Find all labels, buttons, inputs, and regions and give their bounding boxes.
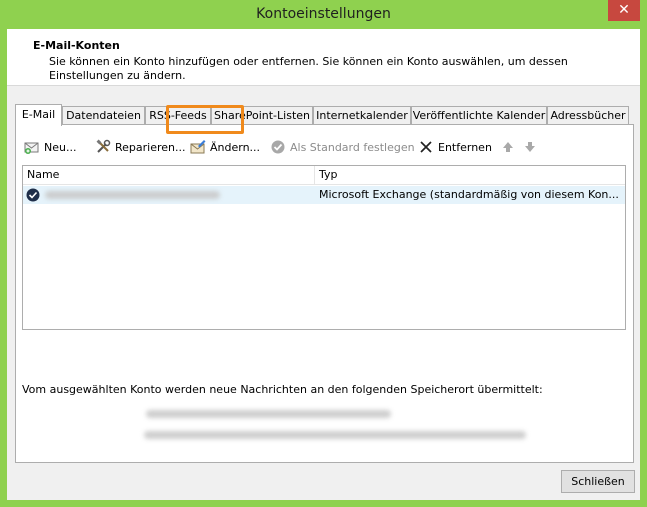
new-mail-icon	[24, 142, 39, 154]
move-up-button[interactable]	[500, 136, 520, 158]
account-row[interactable]: Microsoft Exchange (standardmäßig von di…	[23, 186, 625, 204]
section-description: Sie können ein Konto hinzufügen oder ent…	[49, 55, 568, 82]
repair-button[interactable]: Reparieren...	[95, 136, 186, 158]
email-tab-panel: Neu... Reparieren... Ändern... Als Stand…	[15, 124, 634, 463]
tools-icon	[96, 139, 111, 153]
close-dialog-button[interactable]: Schließen	[561, 470, 635, 493]
tab-email[interactable]: E-Mail	[15, 104, 62, 126]
list-header: Name Typ	[23, 166, 625, 185]
tab-data-files[interactable]: Datendateien	[62, 106, 145, 125]
set-default-button[interactable]: Als Standard festlegen	[270, 136, 415, 158]
tab-published-calendars[interactable]: Veröffentlichte Kalender	[411, 106, 547, 125]
tab-rss-feeds[interactable]: RSS-Feeds	[145, 106, 211, 125]
column-header-type[interactable]: Typ	[315, 166, 625, 185]
tab-address-books[interactable]: Adressbücher	[547, 106, 629, 125]
remove-label: Entfernen	[438, 140, 492, 154]
check-circle-icon	[271, 140, 285, 154]
default-account-check-icon	[26, 188, 40, 202]
new-account-button[interactable]: Neu...	[24, 136, 76, 158]
move-down-button[interactable]	[522, 136, 542, 158]
header-panel: E-Mail-Konten Sie können ein Konto hinzu…	[7, 29, 640, 86]
change-label: Ändern...	[210, 140, 261, 154]
account-list[interactable]: Name Typ Microsoft Exchange (standardmäß…	[22, 165, 626, 330]
tab-internet-calendars[interactable]: Internetkalender	[313, 106, 411, 125]
section-title: E-Mail-Konten	[33, 39, 120, 52]
window-title: Kontoeinstellungen	[256, 6, 391, 22]
title-bar[interactable]: Kontoeinstellungen ✕	[0, 0, 647, 29]
edit-account-icon	[190, 140, 206, 154]
arrow-up-icon	[503, 142, 513, 152]
arrow-down-icon	[525, 142, 535, 152]
window-close-button[interactable]: ✕	[608, 0, 640, 21]
remove-button[interactable]: Entfernen	[418, 136, 492, 158]
close-icon	[420, 141, 432, 153]
redacted-delivery-path	[146, 410, 391, 418]
dialog-client: E-Mail-Konten Sie können ein Konto hinzu…	[7, 29, 640, 500]
redacted-delivery-details	[144, 431, 526, 439]
redacted-account-name	[45, 191, 220, 199]
column-header-name[interactable]: Name	[23, 166, 313, 185]
dialog-window: Kontoeinstellungen ✕ E-Mail-Konten Sie k…	[0, 0, 647, 507]
tab-strip: E-Mail Datendateien RSS-Feeds SharePoint…	[15, 104, 635, 126]
tab-sharepoint-lists[interactable]: SharePoint-Listen	[211, 106, 313, 125]
repair-label: Reparieren...	[115, 140, 186, 154]
change-button[interactable]: Ändern...	[190, 136, 260, 158]
account-toolbar: Neu... Reparieren... Ändern... Als Stand…	[22, 136, 622, 160]
set-default-label: Als Standard festlegen	[290, 140, 415, 154]
delivery-location-label: Vom ausgewählten Konto werden neue Nachr…	[22, 383, 543, 396]
new-label: Neu...	[44, 140, 77, 154]
account-type-cell: Microsoft Exchange (standardmäßig von di…	[319, 188, 619, 201]
